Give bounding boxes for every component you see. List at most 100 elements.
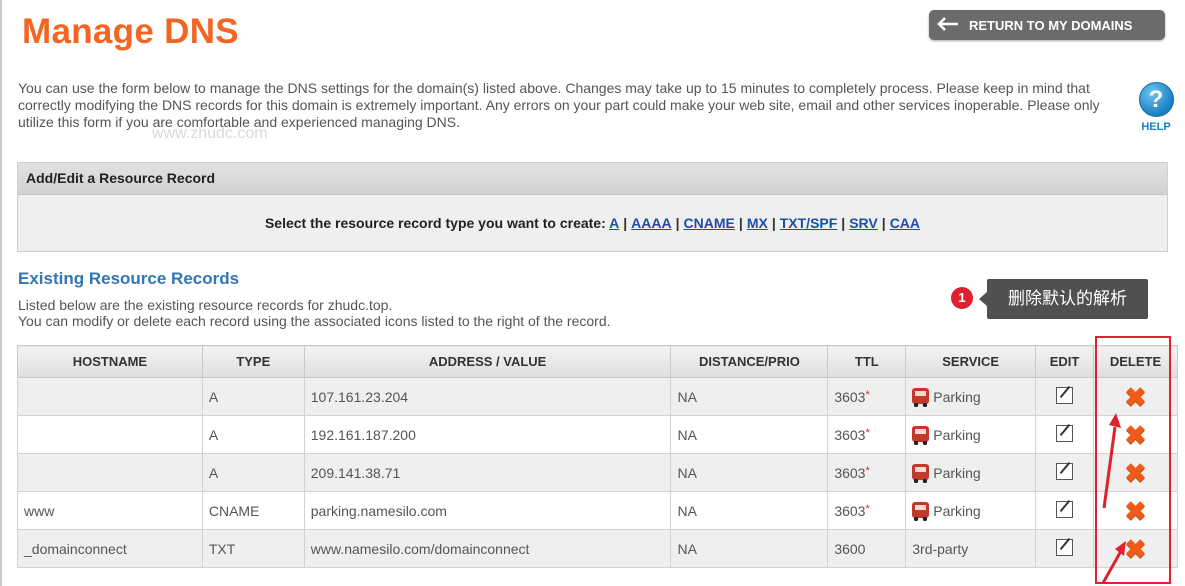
parking-truck-icon [912, 464, 930, 483]
link-separator: | [623, 215, 628, 231]
ttl-cell: 3603* [827, 491, 907, 530]
record-type-link-mx[interactable]: MX [747, 215, 768, 231]
help-button[interactable]: ? HELP [1136, 82, 1176, 133]
edit-pencil-icon[interactable] [1056, 538, 1074, 556]
hostname-cell [17, 377, 203, 416]
edit-cell [1035, 529, 1095, 568]
service-label: 3rd-party [912, 540, 969, 557]
ttl-value: 3603 [834, 426, 866, 443]
hostname-cell [17, 415, 203, 454]
left-border [0, 0, 2, 586]
ttl-star: * [865, 502, 870, 515]
existing-desc-line2: You can modify or delete each record usi… [18, 313, 611, 329]
ttl-star: * [865, 426, 870, 439]
return-to-domains-button[interactable]: RETURN TO MY DOMAINS [929, 10, 1165, 40]
link-separator: | [771, 215, 776, 231]
service-cell: 3rd-party [905, 529, 1037, 568]
column-header-hostname: HOSTNAME [17, 345, 203, 378]
add-edit-panel: Add/Edit a Resource Record Select the re… [17, 162, 1168, 252]
table-row: A 209.141.38.71 NA 3603* Parking ✖ [17, 453, 1178, 492]
record-type-selector: Select the resource record type you want… [18, 215, 1167, 231]
column-header-address-value: ADDRESS / VALUE [303, 345, 672, 378]
hostname-cell [17, 453, 203, 492]
column-header-ttl: TTL [827, 345, 907, 378]
table-row: _domainconnect TXT www.namesilo.com/domain… [17, 529, 1178, 568]
hostname-cell: www [17, 491, 203, 530]
address-cell: www.namesilo.com/domainconnect [303, 529, 672, 568]
edit-cell [1035, 453, 1095, 492]
annotation-arrows [1101, 413, 1126, 584]
ttl-star: * [865, 388, 870, 401]
link-separator: | [841, 215, 846, 231]
annotation-number-badge: 1 [951, 287, 973, 309]
ttl-cell: 3603* [827, 415, 907, 454]
ttl-star: * [865, 464, 870, 477]
help-label: HELP [1141, 121, 1171, 133]
address-cell: 107.161.23.204 [303, 377, 672, 416]
return-button-label: RETURN TO MY DOMAINS [969, 17, 1133, 33]
add-edit-header: Add/Edit a Resource Record [18, 163, 1167, 195]
service-cell: Parking [905, 415, 1037, 454]
existing-records-title: Existing Resource Records [18, 269, 240, 288]
service-label: Parking [933, 503, 981, 519]
resource-records-table: HOSTNAME TYPE ADDRESS / VALUE DISTANCE/PRIO… [17, 345, 1178, 568]
hostname-cell: _domainconnect [17, 529, 203, 568]
table-row: A 107.161.23.204 NA 3603* Parking ✖ [17, 377, 1178, 416]
prio-cell: NA [670, 453, 829, 492]
parking-truck-icon [912, 426, 930, 445]
help-icon: ? [1138, 82, 1174, 117]
service-cell: Parking [905, 377, 1037, 416]
existing-desc-line1: Listed below are the existing resource r… [18, 297, 393, 313]
address-cell: parking.namesilo.com [303, 491, 672, 530]
parking-truck-icon [912, 502, 930, 521]
table-row: A 192.161.187.200 NA 3603* Parking ✖ [17, 415, 1178, 454]
column-header-service: SERVICE [905, 345, 1037, 378]
service-cell: Parking [905, 491, 1037, 530]
ttl-cell: 3603* [827, 377, 907, 416]
prio-cell: NA [670, 529, 829, 568]
table-row: www CNAME parking.namesilo.com NA 3603* Parki… [17, 491, 1178, 530]
intro-text: You can use the form below to manage the… [18, 80, 1100, 130]
link-separator: | [675, 215, 680, 231]
record-type-link-srv[interactable]: SRV [849, 215, 878, 231]
record-type-link-cname[interactable]: CNAME [684, 215, 735, 231]
link-separator: | [881, 215, 886, 231]
link-separator: | [738, 215, 743, 231]
edit-pencil-icon[interactable] [1056, 500, 1074, 518]
service-cell: Parking [905, 453, 1037, 492]
edit-cell [1035, 415, 1095, 454]
type-cell: A [201, 377, 305, 416]
parking-truck-icon [912, 388, 930, 407]
prio-cell: NA [670, 415, 829, 454]
record-type-prompt: Select the resource record type you want… [264, 215, 606, 231]
page-title: Manage DNS [22, 12, 239, 51]
existing-records-description: Listed below are the existing resource r… [18, 297, 611, 329]
type-cell: TXT [201, 529, 305, 568]
record-type-link-aaaa[interactable]: AAAA [631, 215, 671, 231]
type-cell: A [201, 453, 305, 492]
edit-cell [1035, 377, 1095, 416]
address-cell: 209.141.38.71 [303, 453, 672, 492]
ttl-cell: 3603* [827, 453, 907, 492]
service-label: Parking [933, 427, 981, 443]
prio-cell: NA [670, 377, 829, 416]
arrow-left-icon [937, 16, 959, 34]
service-label: Parking [933, 389, 981, 405]
type-cell: A [201, 415, 305, 454]
record-type-link-txt-spf[interactable]: TXT/SPF [780, 215, 838, 231]
annotation-callout: 删除默认的解析 [979, 279, 1148, 319]
column-header-distance-prio: DISTANCE/PRIO [670, 345, 829, 378]
edit-pencil-icon[interactable] [1056, 424, 1074, 442]
ttl-cell: 3600 [827, 529, 907, 568]
type-cell: CNAME [201, 491, 305, 530]
ttl-value: 3600 [834, 540, 866, 557]
ttl-value: 3603 [834, 464, 866, 481]
record-type-link-caa[interactable]: CAA [890, 215, 920, 231]
edit-pencil-icon[interactable] [1056, 386, 1074, 404]
column-header-edit: EDIT [1035, 345, 1095, 378]
edit-pencil-icon[interactable] [1056, 462, 1074, 480]
prio-cell: NA [670, 491, 829, 530]
edit-cell [1035, 491, 1095, 530]
record-type-link-a[interactable]: A [609, 215, 619, 231]
ttl-value: 3603 [834, 502, 866, 519]
